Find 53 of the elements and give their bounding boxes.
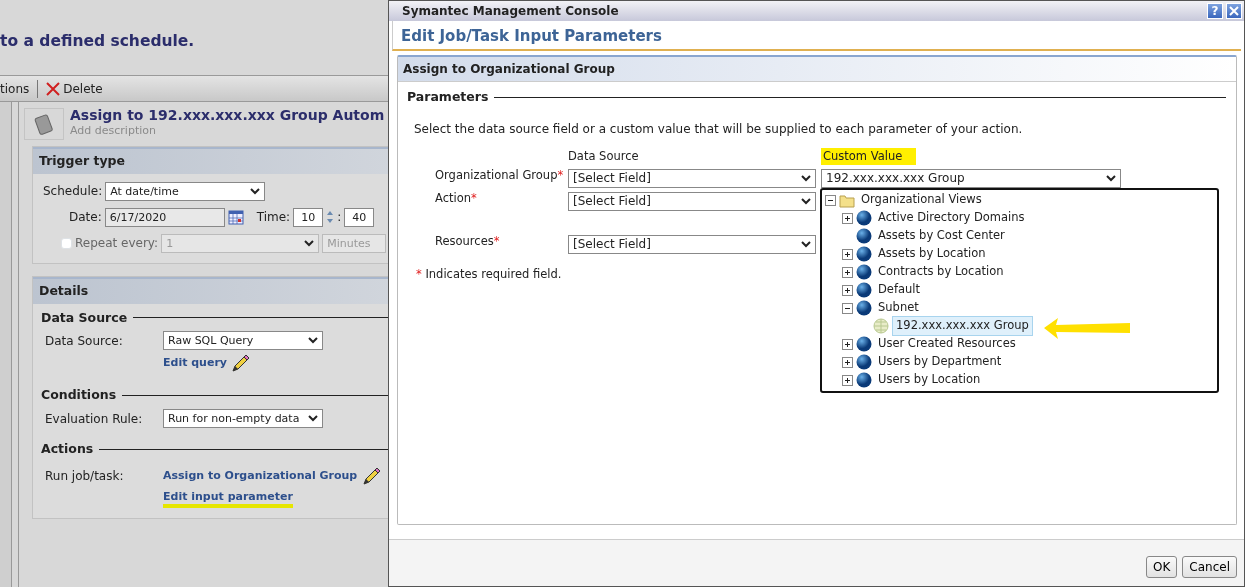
section-heading: Actions bbox=[41, 440, 94, 458]
time-separator: : bbox=[337, 209, 342, 227]
column-header: Data Source bbox=[568, 147, 640, 165]
data-source-select[interactable]: [Select Field] bbox=[568, 169, 816, 188]
panel-title: Trigger type bbox=[33, 147, 388, 174]
tree-item[interactable]: Contracts by Location bbox=[875, 263, 1007, 281]
tree-item[interactable]: Users by Department bbox=[875, 353, 1005, 371]
evaluation-rule-select[interactable]: Run for non-empty data bbox=[163, 409, 323, 428]
schedule-select[interactable]: At date/time bbox=[105, 181, 266, 201]
instructions-text: Select the data source field or a custom value that will be supplied to each parameter of your action. bbox=[414, 120, 1024, 138]
data-source-select[interactable]: Raw SQL Query bbox=[163, 331, 323, 351]
tree-item[interactable]: 192.xxx.xxx.xxx Group bbox=[892, 316, 1033, 336]
field-label: Data Source: bbox=[45, 332, 124, 350]
data-source-select[interactable]: [Select Field] bbox=[568, 192, 816, 211]
tree-item[interactable]: Assets by Location bbox=[875, 245, 989, 263]
tree-item[interactable]: Default bbox=[875, 281, 924, 299]
field-label: Run job/task: bbox=[45, 467, 125, 485]
required-note: * Indicates required field. bbox=[416, 266, 562, 283]
tree-item[interactable]: Assets by Cost Center bbox=[875, 227, 1008, 245]
panel-title: Details bbox=[33, 276, 388, 304]
tree-item[interactable]: Users by Location bbox=[875, 371, 984, 389]
column-header: Custom Value bbox=[821, 147, 917, 165]
field-label: Time: bbox=[256, 209, 291, 227]
section-heading: Parameters bbox=[407, 88, 489, 106]
minute-field[interactable]: 40 bbox=[344, 207, 375, 227]
tree-item[interactable]: Organizational Views bbox=[858, 191, 985, 209]
policy-title: Assign to 192.xxx.xxx.xxx Group Autom bbox=[70, 108, 385, 124]
window-title: Symantec Management Console bbox=[402, 3, 620, 20]
dialog-button[interactable]: OK bbox=[1146, 556, 1178, 578]
edit-query-link[interactable]: Edit query bbox=[163, 355, 227, 372]
field-label: Schedule: bbox=[43, 183, 103, 201]
custom-value-select[interactable]: 192.xxx.xxx.xxx Group bbox=[821, 169, 1121, 188]
parameter-label: Organizational Group* bbox=[435, 167, 563, 184]
field-label: Repeat every: bbox=[75, 235, 159, 253]
date-field[interactable]: 6/17/2020 bbox=[104, 207, 225, 227]
toolbar-button[interactable]: tions bbox=[0, 79, 30, 98]
field-label: Date: bbox=[69, 209, 102, 227]
tree-item[interactable]: User Created Resources bbox=[875, 335, 1019, 353]
section-heading: Data Source bbox=[41, 308, 128, 327]
delete-button[interactable]: Delete bbox=[46, 79, 103, 98]
data-source-select[interactable]: [Select Field] bbox=[568, 235, 816, 254]
panel-title: Assign to Organizational Group bbox=[398, 57, 1236, 82]
tree-item[interactable]: Subnet bbox=[875, 299, 922, 317]
dialog-title: Edit Job/Task Input Parameters bbox=[392, 21, 1241, 51]
field-label: Evaluation Rule: bbox=[45, 410, 144, 428]
task-link[interactable]: Assign to Organizational Group bbox=[163, 467, 358, 484]
page-heading: to a defined schedule. bbox=[0, 31, 196, 52]
tree-item[interactable]: Active Directory Domains bbox=[875, 209, 1028, 227]
dialog-button[interactable]: Cancel bbox=[1182, 556, 1237, 578]
parameter-label: Action* bbox=[435, 190, 478, 207]
parameter-label: Resources* bbox=[435, 233, 501, 250]
section-heading: Conditions bbox=[41, 386, 117, 405]
hour-field[interactable]: 10 bbox=[293, 207, 324, 227]
